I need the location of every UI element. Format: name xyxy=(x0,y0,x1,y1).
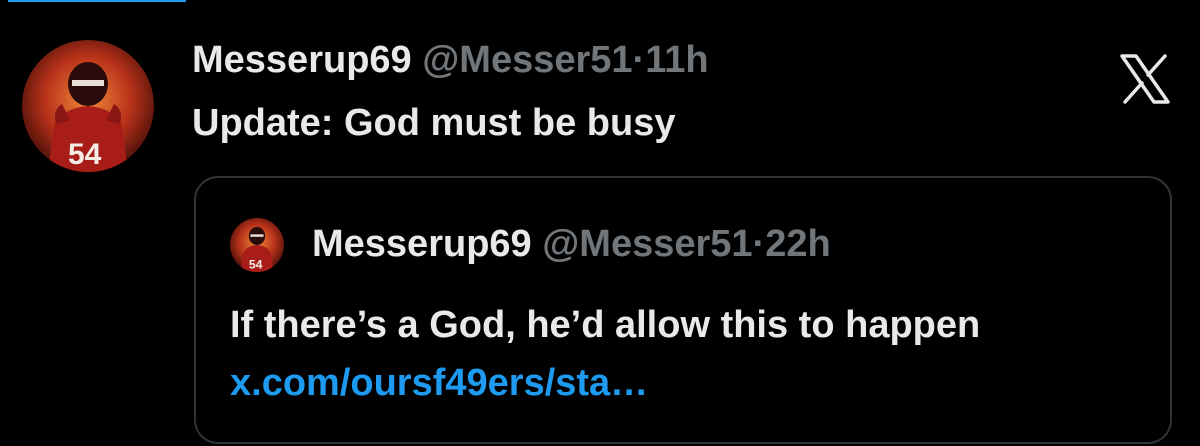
quoted-tweet-link[interactable]: x.com/oursf49ers/sta… xyxy=(230,362,648,404)
tweet-header: Messerup69 @Messer51·11h xyxy=(192,38,709,82)
quoted-tweet-text: If there’s a God, he’d allow this to hap… xyxy=(230,296,1150,412)
quoted-author-handle[interactable]: @Messer51 xyxy=(542,223,752,265)
quoted-avatar[interactable]: 54 xyxy=(230,218,284,272)
top-accent-bar xyxy=(8,0,186,2)
svg-text:54: 54 xyxy=(249,258,263,272)
tweet-text: Update: God must be busy xyxy=(192,102,676,144)
author-handle[interactable]: @Messer51 xyxy=(422,39,632,81)
quoted-tweet-time[interactable]: 22h xyxy=(765,223,830,265)
x-logo-icon[interactable] xyxy=(1118,52,1172,106)
football-player-avatar-icon: 54 xyxy=(22,40,154,172)
quoted-author-name[interactable]: Messerup69 xyxy=(312,223,532,265)
quoted-meta-separator: · xyxy=(752,223,766,265)
meta-separator: · xyxy=(632,39,646,81)
quoted-tweet-header: Messerup69 @Messer51·22h xyxy=(312,222,831,266)
football-player-avatar-icon: 54 xyxy=(230,218,284,272)
author-name[interactable]: Messerup69 xyxy=(192,39,412,81)
svg-text:54: 54 xyxy=(68,138,102,171)
quoted-tweet-card[interactable]: 54 Messerup69 @Messer51·22h If there’s a… xyxy=(194,176,1172,444)
quoted-tweet-body: If there’s a God, he’d allow this to hap… xyxy=(230,304,981,346)
tweet-time[interactable]: 11h xyxy=(645,39,708,81)
avatar[interactable]: 54 xyxy=(22,40,154,172)
